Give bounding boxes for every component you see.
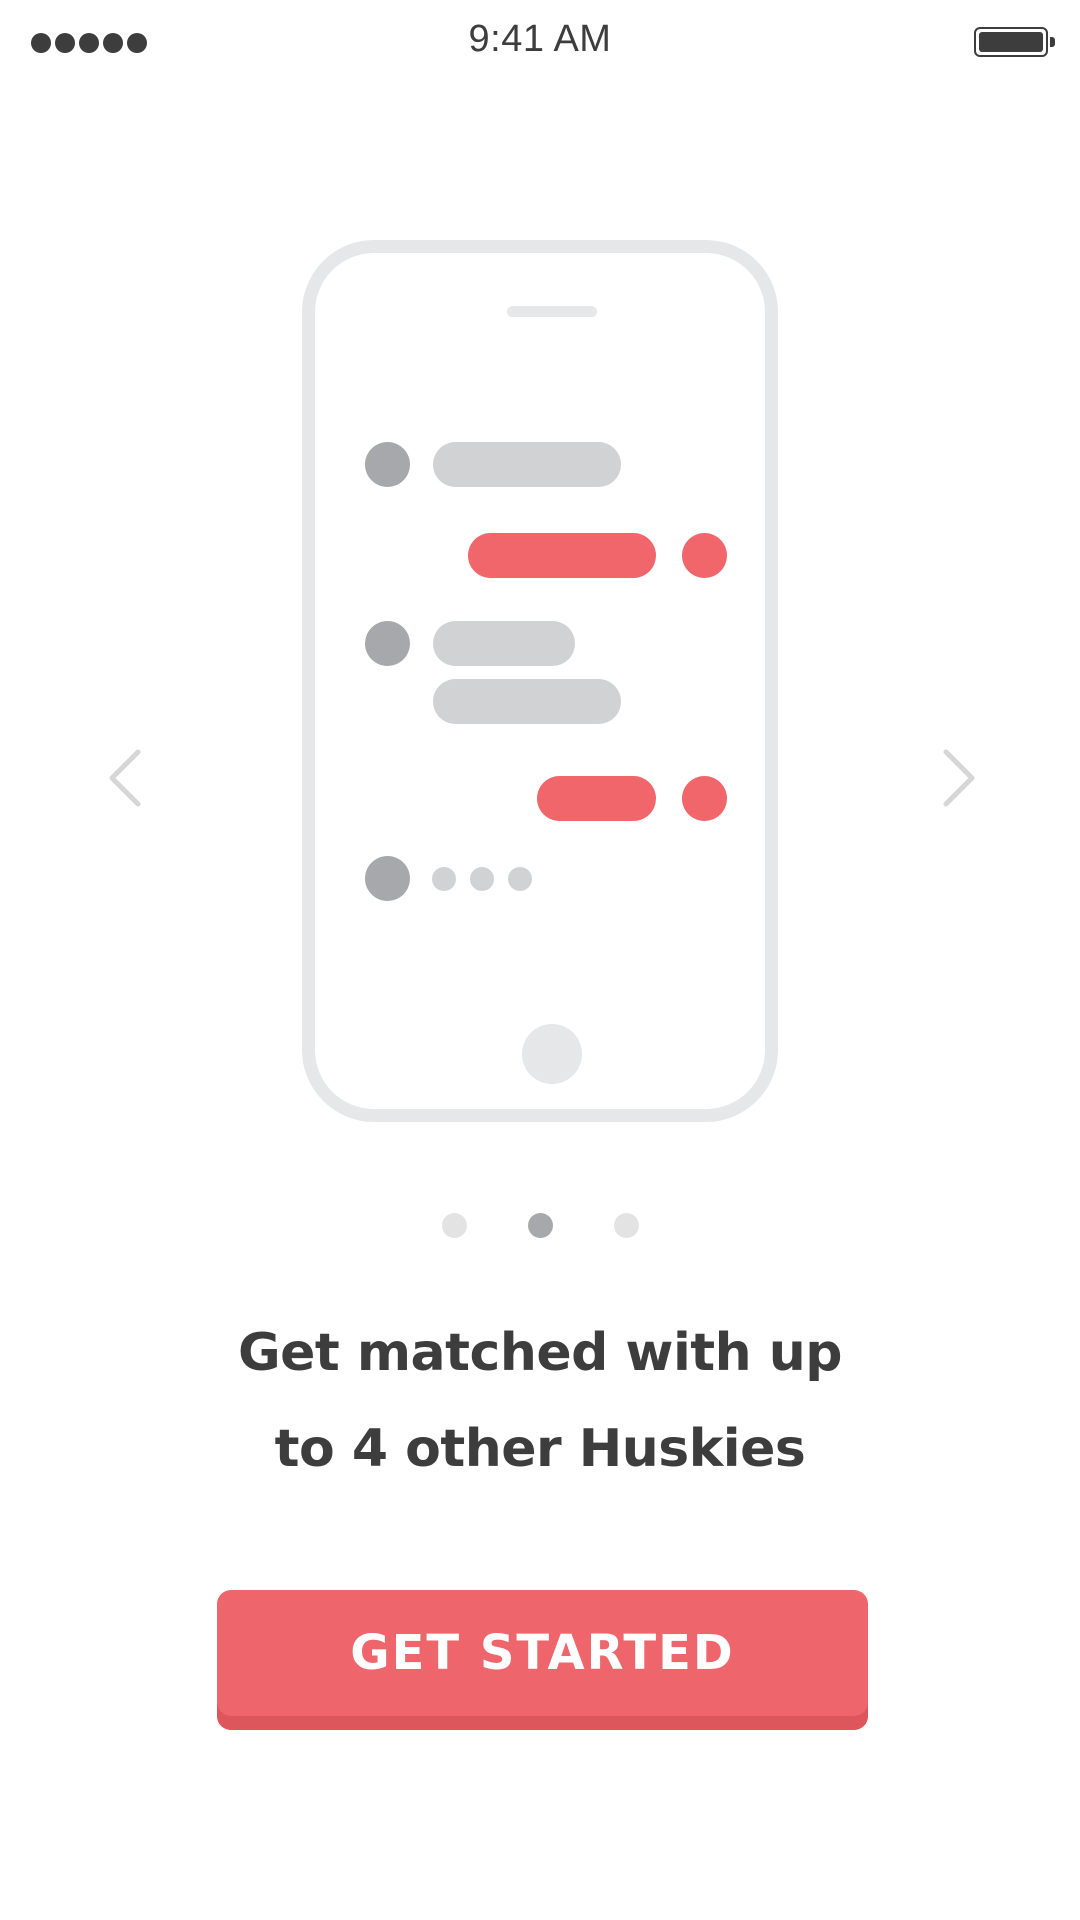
get-started-button[interactable]: GET STARTED: [217, 1590, 868, 1730]
phone-speaker: [507, 306, 597, 317]
outgoing-bubble: [537, 776, 656, 821]
incoming-avatar: [365, 442, 410, 487]
headline-line-2: to 4 other Huskies: [274, 1419, 806, 1479]
typing-dot: [432, 867, 456, 891]
typing-dot: [508, 867, 532, 891]
phone-home-button: [522, 1024, 582, 1084]
outgoing-bubble: [468, 533, 656, 578]
incoming-avatar: [365, 856, 410, 901]
page-dot-1[interactable]: [441, 1213, 467, 1238]
headline-line-1: Get matched with up: [237, 1323, 843, 1383]
carousel-pagination: [0, 1213, 1080, 1238]
incoming-bubble: [433, 679, 621, 724]
outgoing-avatar: [682, 776, 727, 821]
page-dot-2-active[interactable]: [527, 1213, 553, 1238]
status-time: 9:41 AM: [468, 18, 612, 60]
incoming-bubble: [433, 621, 575, 666]
incoming-bubble: [433, 442, 621, 487]
phone-chat-illustration: [302, 240, 778, 1122]
incoming-avatar: [365, 621, 410, 666]
battery-full-icon: [974, 27, 1055, 57]
onboarding-headline: Get matched with up to 4 other Huskies: [140, 1305, 940, 1497]
typing-dot: [470, 867, 494, 891]
status-bar: 9:41 AM: [0, 0, 1080, 86]
outgoing-avatar: [682, 533, 727, 578]
chevron-left-icon[interactable]: [98, 748, 158, 808]
page-dot-3[interactable]: [613, 1213, 639, 1238]
chevron-right-icon[interactable]: [926, 748, 986, 808]
